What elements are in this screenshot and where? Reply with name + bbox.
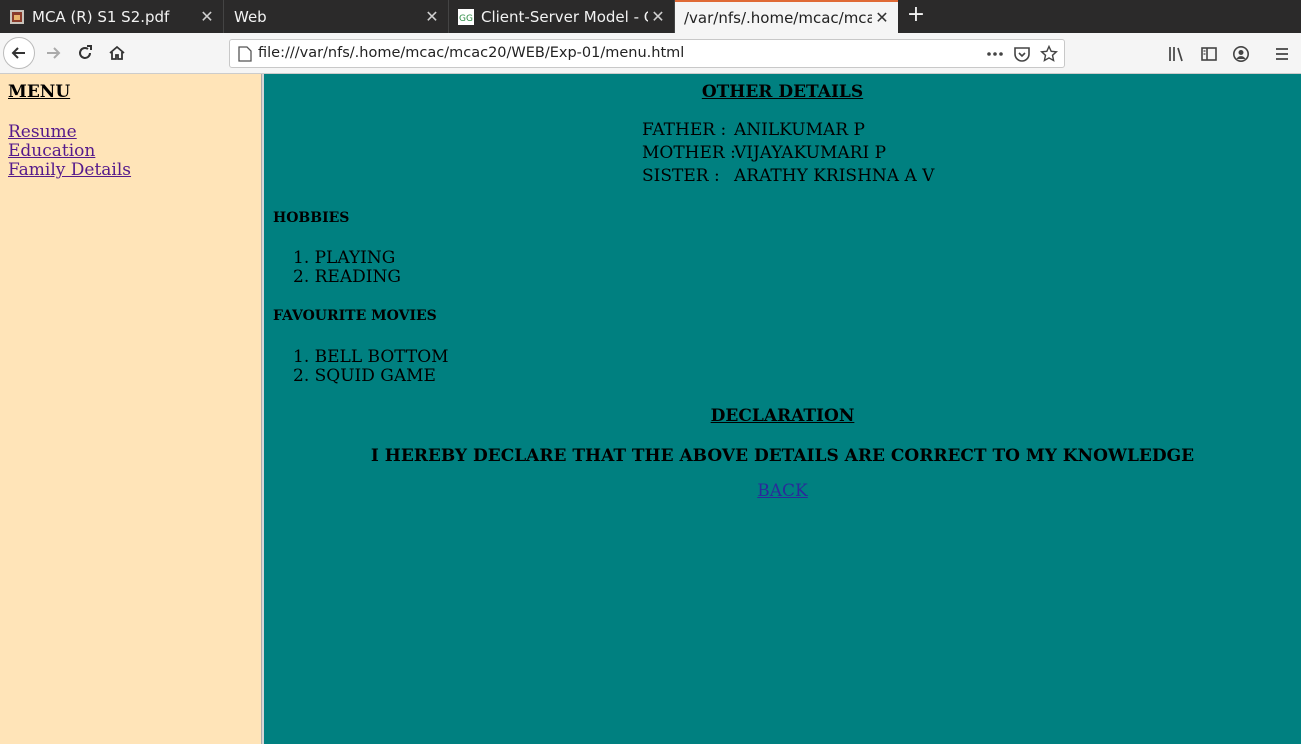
- home-button[interactable]: [101, 37, 133, 69]
- family-label: MOTHER :: [642, 143, 736, 163]
- menu-link-family-details[interactable]: Family Details: [8, 160, 131, 180]
- back-link[interactable]: BACK: [757, 481, 807, 501]
- reload-icon: [79, 45, 92, 59]
- menu-frame: MENU Resume Education Family Details: [0, 74, 261, 744]
- close-icon[interactable]: ✕: [197, 7, 217, 26]
- navigation-toolbar: file:///var/nfs/.home/mcac/mcac20/WEB/Ex…: [0, 33, 1301, 74]
- family-row-sister: SISTER : ARATHY KRISHNA A V: [642, 166, 934, 186]
- list-item: 2. SQUID GAME: [293, 366, 436, 386]
- library-icon[interactable]: [1168, 45, 1186, 63]
- family-value: ARATHY KRISHNA A V: [734, 166, 935, 186]
- url-text[interactable]: file:///var/nfs/.home/mcac/mcac20/WEB/Ex…: [258, 45, 684, 61]
- address-bar[interactable]: file:///var/nfs/.home/mcac/mcac20/WEB/Ex…: [229, 39, 1065, 68]
- family-value: ANILKUMAR P: [734, 120, 865, 140]
- sidebar-icon[interactable]: [1200, 45, 1218, 63]
- close-icon[interactable]: ✕: [648, 7, 668, 26]
- tab-label: Web: [234, 7, 267, 26]
- menu-link-education[interactable]: Education: [8, 141, 95, 161]
- forward-arrow-icon: [47, 47, 61, 59]
- tab-label: MCA (R) S1 S2.pdf: [32, 7, 170, 26]
- family-row-father: FATHER : ANILKUMAR P: [642, 120, 865, 140]
- list-item: 1. BELL BOTTOM: [293, 347, 449, 367]
- family-label: SISTER :: [642, 166, 720, 186]
- hamburger-menu-icon[interactable]: [1273, 45, 1291, 63]
- tab-client-server[interactable]: GG Client-Server Model - Ge ✕: [449, 0, 675, 33]
- geeks-icon: GG: [458, 8, 474, 25]
- family-row-mother: MOTHER :VIJAYAKUMARI P: [642, 143, 886, 163]
- tab-strip: MCA (R) S1 S2.pdf ✕ Web ✕ GG Client-Serv…: [0, 0, 1301, 33]
- pdf-icon: [10, 9, 24, 24]
- svg-text:GG: GG: [459, 14, 473, 24]
- bookmark-star-icon[interactable]: [1040, 45, 1058, 63]
- new-tab-icon[interactable]: +: [904, 4, 928, 28]
- account-icon[interactable]: [1232, 45, 1250, 63]
- back-link-row: BACK: [264, 481, 1301, 501]
- tab-label: /var/nfs/.home/mcac/mcac: [684, 8, 872, 27]
- close-icon[interactable]: ✕: [422, 7, 442, 26]
- more-actions-icon[interactable]: [985, 45, 1005, 63]
- list-item: 1. PLAYING: [293, 248, 396, 268]
- back-button[interactable]: [3, 37, 35, 69]
- page-icon: [238, 46, 252, 62]
- family-value: VIJAYAKUMARI P: [734, 143, 887, 163]
- forward-button[interactable]: [37, 37, 69, 69]
- back-arrow-icon: [11, 47, 25, 59]
- tab-menu-html[interactable]: /var/nfs/.home/mcac/mcac ✕: [675, 0, 898, 33]
- home-icon: [109, 45, 125, 60]
- close-icon[interactable]: ✕: [872, 8, 892, 27]
- menu-link-resume[interactable]: Resume: [8, 122, 77, 142]
- other-details-heading: OTHER DETAILS: [701, 82, 864, 102]
- reload-button[interactable]: [69, 37, 101, 69]
- content-frame: OTHER DETAILS FATHER : ANILKUMAR P MOTHER…: [264, 74, 1301, 744]
- declaration-heading: DECLARATION: [710, 406, 855, 426]
- declaration-text: I HEREBY DECLARE THAT THE ABOVE DETAILS …: [370, 446, 1195, 466]
- list-item: 2. READING: [293, 267, 401, 287]
- favourite-movies-heading: FAVOURITE MOVIES: [273, 308, 437, 324]
- family-label: FATHER :: [642, 120, 727, 140]
- hobbies-heading: HOBBIES: [273, 210, 350, 226]
- tab-web[interactable]: Web ✕: [224, 0, 449, 33]
- tab-pdf[interactable]: MCA (R) S1 S2.pdf ✕: [0, 0, 224, 33]
- tab-label: Client-Server Model - Ge: [481, 7, 648, 26]
- menu-title: MENU: [8, 82, 71, 102]
- pocket-icon[interactable]: [1013, 45, 1031, 63]
